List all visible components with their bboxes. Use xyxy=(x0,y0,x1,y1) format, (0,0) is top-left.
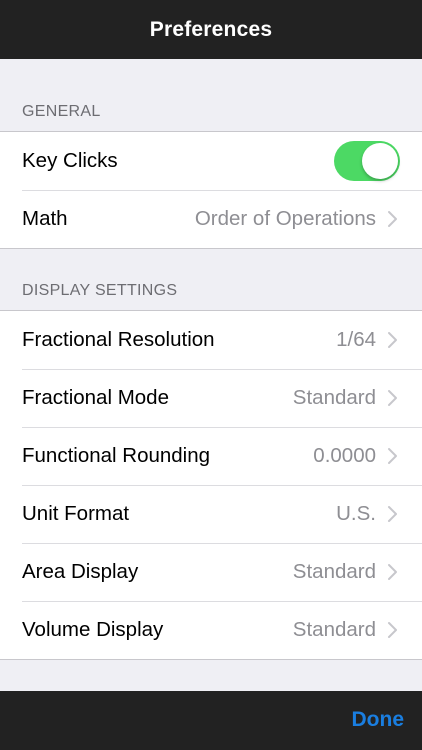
chevron-right-icon xyxy=(388,448,397,464)
math-row[interactable]: Math Order of Operations xyxy=(0,190,422,248)
row-value: Standard xyxy=(292,560,376,583)
row-label: Volume Display xyxy=(22,618,164,641)
row-label: Unit Format xyxy=(22,502,130,525)
fractional-mode-row[interactable]: Fractional Mode Standard xyxy=(0,369,422,427)
section-header-general: GENERAL xyxy=(22,103,101,120)
row-label: Functional Rounding xyxy=(22,444,211,467)
functional-rounding-row[interactable]: Functional Rounding 0.0000 xyxy=(0,427,422,485)
unit-format-row[interactable]: Unit Format U.S. xyxy=(0,485,422,543)
row-label: Key Clicks xyxy=(22,149,118,172)
fractional-resolution-row[interactable]: Fractional Resolution 1/64 xyxy=(0,311,422,369)
row-value: 0.0000 xyxy=(313,444,376,467)
row-value: Standard xyxy=(292,386,376,409)
row-value: U.S. xyxy=(336,502,376,525)
chevron-right-icon xyxy=(388,390,397,406)
toggle-knob xyxy=(362,143,398,179)
row-label: Math xyxy=(22,207,68,230)
key-clicks-toggle[interactable] xyxy=(334,141,400,181)
chevron-right-icon xyxy=(388,564,397,580)
page-title: Preferences xyxy=(149,17,273,41)
navigation-bar: Preferences xyxy=(0,0,422,59)
area-display-row[interactable]: Area Display Standard xyxy=(0,543,422,601)
chevron-right-icon xyxy=(388,332,397,348)
key-clicks-row: Key Clicks xyxy=(0,132,422,190)
row-value: Standard xyxy=(292,618,376,641)
chevron-right-icon xyxy=(388,211,397,227)
bottom-toolbar: Done xyxy=(0,691,422,750)
row-label: Fractional Mode xyxy=(22,386,169,409)
row-label: Area Display xyxy=(22,560,139,583)
row-label: Fractional Resolution xyxy=(22,328,215,351)
done-button[interactable]: Done xyxy=(352,708,405,732)
row-value: 1/64 xyxy=(336,328,376,351)
chevron-right-icon xyxy=(388,506,397,522)
section-header-display-settings: DISPLAY SETTINGS xyxy=(22,282,178,299)
general-group: Key Clicks Math Order of Operations xyxy=(0,131,422,249)
chevron-right-icon xyxy=(388,622,397,638)
volume-display-row[interactable]: Volume Display Standard xyxy=(0,601,422,659)
row-value: Order of Operations xyxy=(194,207,376,230)
display-settings-group: Fractional Resolution 1/64 Fractional Mo… xyxy=(0,310,422,660)
